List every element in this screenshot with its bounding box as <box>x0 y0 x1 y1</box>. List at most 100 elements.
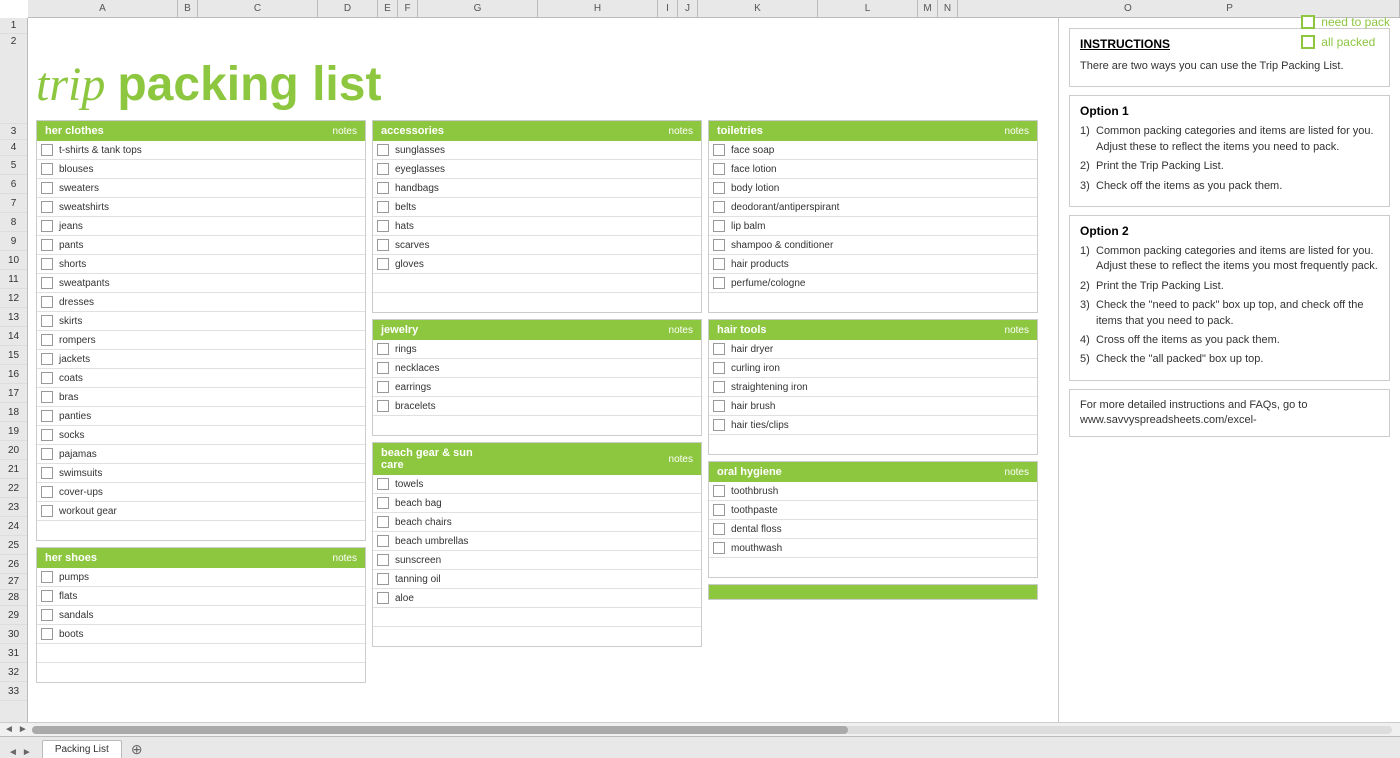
item-checkbox[interactable] <box>41 372 53 384</box>
list-item: face soap <box>709 141 1037 160</box>
list-item: sunglasses <box>373 141 701 160</box>
jewelry-header: jewelry notes <box>373 320 701 340</box>
item-label: hair brush <box>731 401 1033 412</box>
item-checkbox[interactable] <box>377 554 389 566</box>
item-checkbox[interactable] <box>377 516 389 528</box>
scroll-right-arrow[interactable]: ► <box>18 724 28 735</box>
item-checkbox[interactable] <box>377 258 389 270</box>
item-checkbox[interactable] <box>713 182 725 194</box>
item-checkbox[interactable] <box>377 400 389 412</box>
item-checkbox[interactable] <box>41 182 53 194</box>
item-checkbox[interactable] <box>377 182 389 194</box>
item-checkbox[interactable] <box>377 201 389 213</box>
item-checkbox[interactable] <box>713 419 725 431</box>
her-shoes-notes: notes <box>333 553 357 564</box>
item-checkbox[interactable] <box>41 609 53 621</box>
scroll-track[interactable] <box>32 726 1392 734</box>
item-checkbox[interactable] <box>713 343 725 355</box>
item-checkbox[interactable] <box>377 343 389 355</box>
list-item: eyeglasses <box>373 160 701 179</box>
item-checkbox[interactable] <box>41 628 53 640</box>
tab-left-arrow[interactable]: ◄ <box>8 747 18 758</box>
her-shoes-header: her shoes notes <box>37 548 365 568</box>
item-checkbox[interactable] <box>713 542 725 554</box>
list-item: dental floss <box>709 520 1037 539</box>
item-checkbox[interactable] <box>713 504 725 516</box>
item-checkbox[interactable] <box>713 258 725 270</box>
item-checkbox[interactable] <box>713 523 725 535</box>
title-group: trip packing list <box>36 57 381 112</box>
item-checkbox[interactable] <box>713 239 725 251</box>
item-checkbox[interactable] <box>377 362 389 374</box>
item-checkbox[interactable] <box>713 144 725 156</box>
item-checkbox[interactable] <box>377 239 389 251</box>
item-checkbox[interactable] <box>713 485 725 497</box>
item-checkbox[interactable] <box>41 429 53 441</box>
item-label: jeans <box>59 221 361 232</box>
scroll-thumb[interactable] <box>32 726 848 734</box>
item-checkbox[interactable] <box>41 410 53 422</box>
item-checkbox[interactable] <box>377 144 389 156</box>
item-checkbox[interactable] <box>41 201 53 213</box>
row-29: 29 <box>0 606 27 625</box>
empty-row <box>373 627 701 646</box>
item-checkbox[interactable] <box>41 467 53 479</box>
item-checkbox[interactable] <box>41 277 53 289</box>
item-checkbox[interactable] <box>377 220 389 232</box>
item-checkbox[interactable] <box>377 163 389 175</box>
item-checkbox[interactable] <box>713 220 725 232</box>
item-checkbox[interactable] <box>377 535 389 547</box>
item-label: mouthwash <box>731 543 1033 554</box>
column-2: accessories notes sunglasses eyeglasses … <box>372 120 702 683</box>
list-item: skirts <box>37 312 365 331</box>
item-label: face soap <box>731 145 1033 156</box>
item-checkbox[interactable] <box>713 400 725 412</box>
item-checkbox[interactable] <box>713 362 725 374</box>
item-checkbox[interactable] <box>41 353 53 365</box>
row-21: 21 <box>0 460 27 479</box>
item-checkbox[interactable] <box>41 334 53 346</box>
sheet-body: trip packing list need to pack all packe… <box>28 18 1400 722</box>
item-checkbox[interactable] <box>41 163 53 175</box>
item-checkbox[interactable] <box>377 592 389 604</box>
item-checkbox[interactable] <box>377 478 389 490</box>
item-checkbox[interactable] <box>41 486 53 498</box>
tab-right-arrow[interactable]: ► <box>22 747 32 758</box>
list-item: beach chairs <box>373 513 701 532</box>
empty-row <box>373 416 701 435</box>
packing-list-tab[interactable]: Packing List <box>42 740 122 758</box>
item-checkbox[interactable] <box>713 201 725 213</box>
item-checkbox[interactable] <box>377 497 389 509</box>
item-checkbox[interactable] <box>41 571 53 583</box>
instructions-intro: There are two ways you can use the Trip … <box>1080 59 1379 74</box>
list-item: t-shirts & tank tops <box>37 141 365 160</box>
item-checkbox[interactable] <box>41 239 53 251</box>
item-checkbox[interactable] <box>41 258 53 270</box>
jewelry-title: jewelry <box>381 324 418 336</box>
empty-row <box>709 293 1037 312</box>
horizontal-scrollbar[interactable]: ◄ ► <box>0 722 1400 736</box>
item-checkbox[interactable] <box>713 381 725 393</box>
item-checkbox[interactable] <box>41 296 53 308</box>
item-checkbox[interactable] <box>377 381 389 393</box>
add-tab-button[interactable]: ⊕ <box>128 740 146 758</box>
item-checkbox[interactable] <box>41 590 53 602</box>
item-checkbox[interactable] <box>41 144 53 156</box>
row-25: 25 <box>0 536 27 555</box>
row-31: 31 <box>0 644 27 663</box>
list-item: lip balm <box>709 217 1037 236</box>
col-c: C <box>198 0 318 17</box>
item-checkbox[interactable] <box>41 220 53 232</box>
scroll-left-arrow[interactable]: ◄ <box>4 724 14 735</box>
item-checkbox[interactable] <box>41 505 53 517</box>
item-checkbox[interactable] <box>377 573 389 585</box>
her-clothes-items: t-shirts & tank tops blouses sweaters sw… <box>37 141 365 540</box>
item-checkbox[interactable] <box>41 448 53 460</box>
list-item: blouses <box>37 160 365 179</box>
item-checkbox[interactable] <box>713 163 725 175</box>
item-checkbox[interactable] <box>41 315 53 327</box>
item-checkbox[interactable] <box>41 391 53 403</box>
list-item: gloves <box>373 255 701 274</box>
item-label: toothpaste <box>731 505 1033 516</box>
item-checkbox[interactable] <box>713 277 725 289</box>
